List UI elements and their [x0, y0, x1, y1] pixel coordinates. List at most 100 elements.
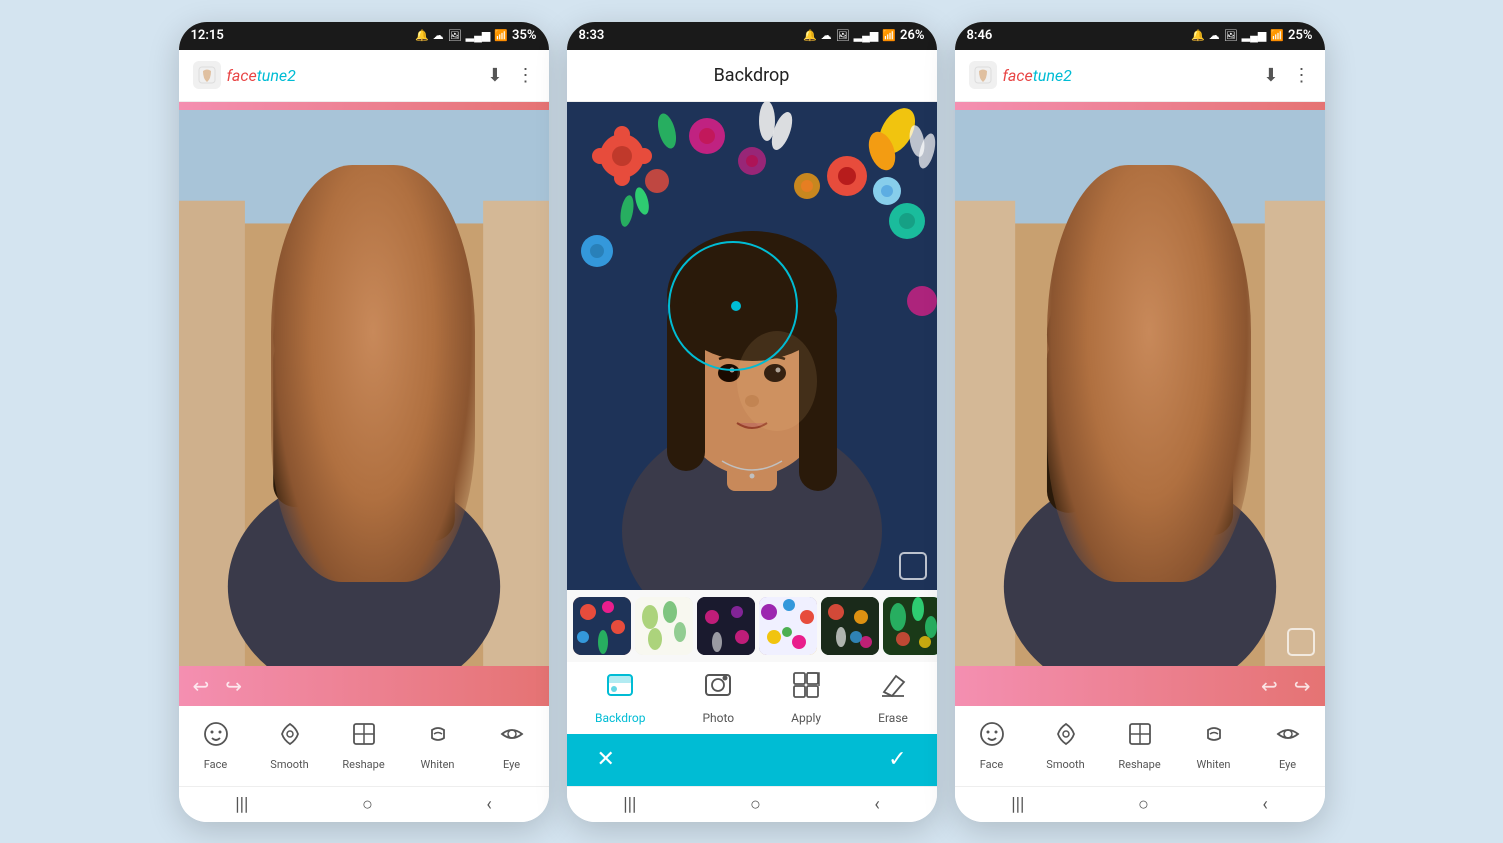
redo-icon-left[interactable]: ↪ [225, 674, 242, 698]
nav-recent-left[interactable]: ||| [235, 794, 248, 815]
photo-icon [703, 670, 733, 707]
tool-face-right[interactable]: Face [955, 720, 1029, 771]
logo-text-left: facetune2 [227, 66, 296, 85]
backdrop-tool-erase[interactable]: Erase [878, 670, 908, 725]
more-icon-left[interactable]: ⋮ [517, 65, 535, 86]
nav-bar-left: ||| ○ ‹ [179, 786, 549, 822]
cloud-icon: ☁ [433, 29, 444, 42]
wifi-icon-r: 📶 [1270, 29, 1284, 42]
tool-reshape-left[interactable]: Reshape [327, 720, 401, 771]
thumbnail-strip [567, 590, 937, 662]
more-icon-right[interactable]: ⋮ [1293, 65, 1311, 86]
backdrop-tool-photo-label: Photo [702, 711, 734, 725]
nav-home-middle[interactable]: ○ [750, 794, 761, 815]
nav-bar-middle: ||| ○ ‹ [567, 786, 937, 822]
accent-bar-left [179, 102, 549, 110]
logo-icon-right [969, 61, 997, 89]
bottom-toolbar-left: Face Smooth Reshape Whiten [179, 706, 549, 786]
tool-smooth-right[interactable]: Smooth [1029, 720, 1103, 771]
image-icon-status: 🖼 [448, 29, 462, 42]
logo-2-left: 2 [287, 66, 296, 85]
tool-whiten-right[interactable]: Whiten [1177, 720, 1251, 771]
thumb-6[interactable] [883, 597, 937, 655]
reshape-icon-left [350, 720, 378, 754]
whiten-label-left: Whiten [421, 758, 455, 771]
logo-face-left: face [227, 66, 257, 85]
eye-label-right: Eye [1279, 758, 1296, 771]
square-button-right[interactable] [1287, 628, 1315, 656]
undo-icon-left[interactable]: ↩ [193, 674, 210, 698]
nav-home-left[interactable]: ○ [362, 794, 373, 815]
photo-right [955, 110, 1325, 666]
nav-recent-right[interactable]: ||| [1011, 794, 1024, 815]
tool-eye-right[interactable]: Eye [1251, 720, 1325, 771]
header-actions-left: ⬇ ⋮ [487, 65, 534, 86]
battery-left: 35% [512, 28, 536, 43]
nav-recent-middle[interactable]: ||| [623, 794, 636, 815]
thumb-2[interactable] [635, 597, 693, 655]
backdrop-tool-erase-label: Erase [878, 711, 908, 725]
confirm-bar: ✕ ✓ [567, 734, 937, 786]
tool-eye-left[interactable]: Eye [475, 720, 549, 771]
phone-middle: 8:33 🔔 ☁ 🖼 ▂▄▆ 📶 26% Backdrop [567, 22, 937, 822]
bottom-toolbar-right: Face Smooth Reshape Whiten [955, 706, 1325, 786]
eye-label-left: Eye [503, 758, 520, 771]
logo-icon-left [193, 61, 221, 89]
app-container: 12:15 🔔 ☁ 🖼 ▂▄▆ 📶 35% facetune2 ⬇ [159, 2, 1345, 842]
logo-text-right: facetune2 [1003, 66, 1072, 85]
redo-icon-right[interactable]: ↪ [1294, 674, 1311, 698]
accept-button[interactable]: ✓ [888, 747, 906, 772]
person-overlay-middle [567, 102, 937, 590]
thumb-3[interactable] [697, 597, 755, 655]
cloud-icon-r: ☁ [1209, 29, 1220, 42]
whiten-icon-right [1200, 720, 1228, 754]
face-icon-right [978, 720, 1006, 754]
backdrop-tool-photo[interactable]: Photo [702, 670, 734, 725]
status-icons-left: 🔔 ☁ 🖼 ▂▄▆ 📶 35% [415, 28, 537, 43]
logo-tune-right: tune [1033, 66, 1063, 85]
battery-middle: 26% [900, 28, 924, 43]
app-header-right: facetune2 ⬇ ⋮ [955, 50, 1325, 102]
thumb-1[interactable] [573, 597, 631, 655]
reshape-label-left: Reshape [342, 758, 384, 771]
status-icons-middle: 🔔 ☁ 🖼 ▂▄▆ 📶 26% [803, 28, 925, 43]
logo-face-right: face [1003, 66, 1033, 85]
backdrop-tool-backdrop[interactable]: Backdrop [595, 670, 646, 725]
nav-back-middle[interactable]: ‹ [874, 794, 879, 815]
wifi-icon: 📶 [494, 29, 508, 42]
thumb-5[interactable] [821, 597, 879, 655]
status-bar-middle: 8:33 🔔 ☁ 🖼 ▂▄▆ 📶 26% [567, 22, 937, 50]
tool-smooth-left[interactable]: Smooth [253, 720, 327, 771]
header-actions-right: ⬇ ⋮ [1263, 65, 1310, 86]
download-icon-right[interactable]: ⬇ [1263, 65, 1278, 86]
apply-icon [791, 670, 821, 707]
logo-2-right: 2 [1063, 66, 1072, 85]
image-area-right [955, 110, 1325, 666]
photo-left [179, 110, 549, 666]
app-logo-right: facetune2 [969, 61, 1072, 89]
smooth-icon-right [1052, 720, 1080, 754]
tool-whiten-left[interactable]: Whiten [401, 720, 475, 771]
face-icon-left [202, 720, 230, 754]
download-icon-left[interactable]: ⬇ [487, 65, 502, 86]
image-area-middle[interactable] [567, 102, 937, 590]
nav-back-right[interactable]: ‹ [1262, 794, 1267, 815]
notification-icon-m: 🔔 [803, 29, 817, 42]
square-button-middle[interactable] [899, 552, 927, 580]
thumb-4[interactable] [759, 597, 817, 655]
backdrop-header: Backdrop [567, 50, 937, 102]
whiten-icon-left [424, 720, 452, 754]
nav-home-right[interactable]: ○ [1138, 794, 1149, 815]
undo-bar-left: ↩ ↪ [179, 666, 549, 706]
tool-reshape-right[interactable]: Reshape [1103, 720, 1177, 771]
signal-icon-r: ▂▄▆ [1242, 29, 1267, 42]
backdrop-tool-apply[interactable]: Apply [791, 670, 821, 725]
nav-bar-right: ||| ○ ‹ [955, 786, 1325, 822]
phone-left: 12:15 🔔 ☁ 🖼 ▂▄▆ 📶 35% facetune2 ⬇ [179, 22, 549, 822]
undo-icon-right[interactable]: ↩ [1261, 674, 1278, 698]
smooth-icon-left [276, 720, 304, 754]
nav-back-left[interactable]: ‹ [486, 794, 491, 815]
tool-face-left[interactable]: Face [179, 720, 253, 771]
cancel-button[interactable]: ✕ [597, 747, 615, 772]
app-logo-left: facetune2 [193, 61, 296, 89]
